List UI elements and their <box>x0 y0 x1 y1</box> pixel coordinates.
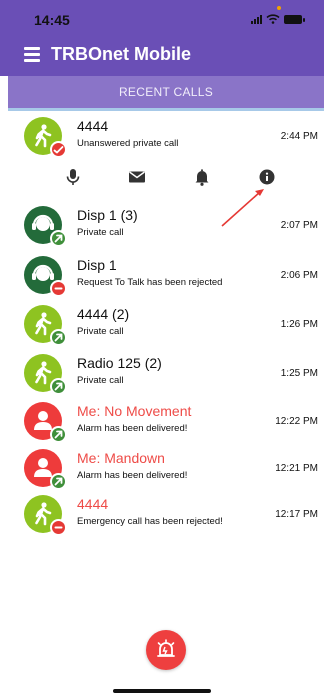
info-icon[interactable] <box>256 166 278 188</box>
minus-icon <box>54 287 63 290</box>
mic-in-use-dot <box>277 6 281 10</box>
call-name: 4444 (2) <box>77 306 130 322</box>
emergency-alarm-icon <box>157 639 175 657</box>
app-screen: 14:45 TRBOnet Mobile RECENT CALLS 4444 U… <box>0 0 324 699</box>
call-description: Emergency call has been rejected! <box>77 516 223 527</box>
outgoing-call-badge <box>50 378 67 395</box>
call-time: 2:44 PM <box>280 131 318 142</box>
call-time: 2:07 PM <box>280 220 318 231</box>
tab-indicator <box>8 108 324 111</box>
call-row[interactable]: Me: Mandown Alarm has been delivered! 12… <box>0 445 324 495</box>
call-name: 4444 <box>77 118 109 134</box>
call-row[interactable]: Me: No Movement Alarm has been delivered… <box>0 398 324 448</box>
outgoing-arrow-icon <box>54 234 63 243</box>
call-row[interactable]: 4444 Emergency call has been rejected! 1… <box>0 491 324 541</box>
signal-icon <box>251 14 262 24</box>
call-name: Disp 1 (3) <box>77 207 138 223</box>
call-description: Alarm has been delivered! <box>77 423 188 434</box>
call-time: 12:17 PM <box>275 509 318 520</box>
call-time: 1:26 PM <box>280 319 318 330</box>
call-description: Request To Talk has been rejected <box>77 277 223 288</box>
call-description: Private call <box>77 227 124 238</box>
call-row[interactable]: Radio 125 (2) Private call 1:25 PM <box>0 350 324 400</box>
app-title: TRBOnet Mobile <box>51 44 191 64</box>
battery-icon <box>284 14 305 24</box>
call-time: 12:21 PM <box>275 463 318 474</box>
message-icon[interactable] <box>126 166 148 188</box>
call-actions <box>0 162 324 192</box>
tab-label: RECENT CALLS <box>118 85 214 99</box>
missed-call-icon <box>53 146 64 154</box>
microphone-icon[interactable] <box>62 166 84 188</box>
outgoing-call-badge <box>50 473 67 490</box>
call-name: Radio 125 (2) <box>77 355 162 371</box>
tab-recent-calls[interactable]: RECENT CALLS <box>8 76 324 108</box>
outgoing-call-badge <box>50 230 67 247</box>
call-description: Unanswered private call <box>77 138 179 149</box>
call-description: Private call <box>77 326 124 337</box>
app-bar: TRBOnet Mobile <box>0 34 324 76</box>
call-row[interactable]: Disp 1 Request To Talk has been rejected… <box>0 252 324 302</box>
home-indicator[interactable] <box>113 689 211 693</box>
status-bar: 14:45 <box>0 0 324 34</box>
call-time: 12:22 PM <box>275 416 318 427</box>
call-name: Me: No Movement <box>77 403 192 419</box>
call-row[interactable]: Disp 1 (3) Private call 2:07 PM <box>0 202 324 252</box>
call-name: Disp 1 <box>77 257 117 273</box>
call-description: Alarm has been delivered! <box>77 470 188 481</box>
call-name: 4444 <box>77 496 109 512</box>
rejected-badge <box>50 519 67 536</box>
outgoing-arrow-icon <box>54 477 63 486</box>
outgoing-call-badge <box>50 329 67 346</box>
call-row[interactable]: 4444 Unanswered private call 2:44 PM <box>0 113 324 163</box>
rejected-badge <box>50 280 67 297</box>
status-time: 14:45 <box>34 12 70 28</box>
minus-icon <box>54 526 63 529</box>
call-time: 2:06 PM <box>280 270 318 281</box>
status-icons <box>251 14 305 24</box>
call-row[interactable]: 4444 (2) Private call 1:26 PM <box>0 301 324 351</box>
call-name: Me: Mandown <box>77 450 165 466</box>
call-time: 1:25 PM <box>280 368 318 379</box>
emergency-alarm-button[interactable] <box>146 630 186 670</box>
outgoing-arrow-icon <box>54 333 63 342</box>
hamburger-menu-icon[interactable] <box>24 47 40 62</box>
missed-call-badge <box>50 141 67 158</box>
call-description: Private call <box>77 375 124 386</box>
outgoing-arrow-icon <box>54 430 63 439</box>
outgoing-call-badge <box>50 426 67 443</box>
outgoing-arrow-icon <box>54 382 63 391</box>
bell-icon[interactable] <box>191 166 213 188</box>
wifi-icon <box>266 14 280 24</box>
